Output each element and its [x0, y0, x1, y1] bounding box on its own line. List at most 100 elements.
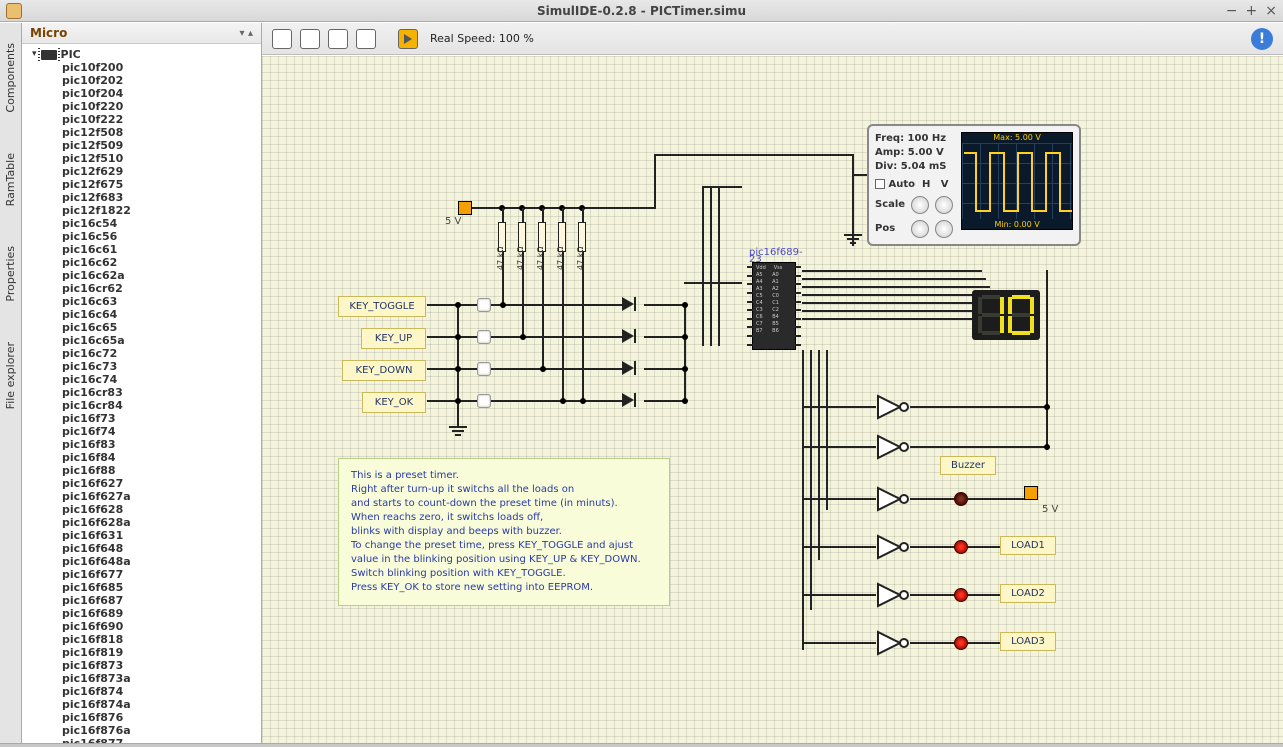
toolbar-run-button[interactable] [398, 29, 418, 49]
panel-header[interactable]: Micro ▾ ▴ [22, 23, 261, 44]
seven-segment-display[interactable] [972, 290, 1040, 340]
sidetab-fileexplorer[interactable]: File explorer [4, 342, 17, 409]
buzzer-led[interactable] [954, 492, 968, 506]
tree-item[interactable]: pic10f204 [62, 87, 261, 100]
tree-item[interactable]: pic12f1822 [62, 204, 261, 217]
tree-item[interactable]: pic16c64 [62, 308, 261, 321]
tree-item[interactable]: pic16f873 [62, 659, 261, 672]
tree-item[interactable]: pic16c62a [62, 269, 261, 282]
tree-item[interactable]: pic16f877 [62, 737, 261, 743]
diode[interactable] [622, 393, 644, 407]
scope-scale-h-knob[interactable] [911, 196, 929, 214]
sidetab-components[interactable]: Components [4, 43, 17, 113]
panel-collapse-icon[interactable]: ▾ ▴ [239, 28, 253, 39]
toolbar-saveas-button[interactable] [356, 29, 376, 49]
tree-item[interactable]: pic16f874 [62, 685, 261, 698]
tree-item[interactable]: pic12f509 [62, 139, 261, 152]
tree-item[interactable]: pic16f627a [62, 490, 261, 503]
voltage-source-1[interactable] [458, 201, 472, 215]
tree-item[interactable]: pic16f818 [62, 633, 261, 646]
wire [562, 208, 564, 222]
not-gate[interactable] [876, 394, 910, 420]
tree-item[interactable]: pic16f74 [62, 425, 261, 438]
tree-expand-icon[interactable]: ▾ [32, 48, 37, 61]
scope-pos-v-knob[interactable] [935, 220, 953, 238]
sidetab-ramtable[interactable]: RamTable [4, 153, 17, 206]
toolbar-info-button[interactable]: ! [1251, 28, 1273, 50]
tree-item[interactable]: pic16f648a [62, 555, 261, 568]
tree-item[interactable]: pic16c54 [62, 217, 261, 230]
tree-item[interactable]: pic16f819 [62, 646, 261, 659]
tree-item[interactable]: pic16f876a [62, 724, 261, 737]
tree-item[interactable]: pic16f628 [62, 503, 261, 516]
diode[interactable] [622, 297, 644, 311]
not-gate[interactable] [876, 582, 910, 608]
not-gate[interactable] [876, 630, 910, 656]
tree-item[interactable]: pic16c73 [62, 360, 261, 373]
tree-item[interactable]: pic16f689 [62, 607, 261, 620]
tree-item[interactable]: pic16c56 [62, 230, 261, 243]
voltage-source-2[interactable] [1024, 486, 1038, 500]
tree-item[interactable]: pic16f876 [62, 711, 261, 724]
tree-root-pic[interactable]: ▾ PIC [32, 48, 261, 61]
tree-item[interactable]: pic16c61 [62, 243, 261, 256]
tree-item[interactable]: pic16cr83 [62, 386, 261, 399]
push-button-ok[interactable] [477, 394, 491, 408]
not-gate[interactable] [876, 486, 910, 512]
tree-item[interactable]: pic10f200 [62, 61, 261, 74]
tree-item[interactable]: pic12f508 [62, 126, 261, 139]
tree-item[interactable]: pic16f687 [62, 594, 261, 607]
tree-item[interactable]: pic16f690 [62, 620, 261, 633]
tree-item[interactable]: pic16c63 [62, 295, 261, 308]
tree-item[interactable]: pic16f874a [62, 698, 261, 711]
tree-item[interactable]: pic12f683 [62, 191, 261, 204]
push-button-toggle[interactable] [477, 298, 491, 312]
led-load2[interactable] [954, 588, 968, 602]
tree-item[interactable]: pic16c62 [62, 256, 261, 269]
tree-item[interactable]: pic16f648 [62, 542, 261, 555]
toolbar-open-button[interactable] [300, 29, 320, 49]
tree-item[interactable]: pic12f675 [62, 178, 261, 191]
tree-item[interactable]: pic16f88 [62, 464, 261, 477]
tree-item[interactable]: pic10f220 [62, 100, 261, 113]
tree-item[interactable]: pic16f628a [62, 516, 261, 529]
tree-item[interactable]: pic16c65a [62, 334, 261, 347]
led-load1[interactable] [954, 540, 968, 554]
tree-item[interactable]: pic16f73 [62, 412, 261, 425]
scope-div: Div: 5.04 mS [875, 160, 953, 174]
scope-auto-checkbox[interactable] [875, 179, 885, 189]
tree-item[interactable]: pic12f510 [62, 152, 261, 165]
tree-item[interactable]: pic16f873a [62, 672, 261, 685]
tree-item[interactable]: pic16f685 [62, 581, 261, 594]
push-button-down[interactable] [477, 362, 491, 376]
tree-item[interactable]: pic16cr62 [62, 282, 261, 295]
not-gate[interactable] [876, 534, 910, 560]
component-tree[interactable]: ▾ PIC pic10f200pic10f202pic10f204pic10f2… [22, 44, 261, 743]
tree-item[interactable]: pic16c74 [62, 373, 261, 386]
tree-item[interactable]: pic16f677 [62, 568, 261, 581]
tree-item[interactable]: pic16c65 [62, 321, 261, 334]
tree-item[interactable]: pic16cr84 [62, 399, 261, 412]
tree-item[interactable]: pic16f627 [62, 477, 261, 490]
oscilloscope[interactable]: Freq: 100 Hz Amp: 5.00 V Div: 5.04 mS Au… [867, 124, 1081, 246]
tree-item[interactable]: pic16f83 [62, 438, 261, 451]
push-button-up[interactable] [477, 330, 491, 344]
scope-scale-v-knob[interactable] [935, 196, 953, 214]
tree-item[interactable]: pic16c72 [62, 347, 261, 360]
scope-pos-h-knob[interactable] [911, 220, 929, 238]
microcontroller-chip[interactable]: pic16f689-23 Vdd VssA5 A0A4 A1A3 A2C5 C0… [752, 262, 796, 350]
tree-item[interactable]: pic10f222 [62, 113, 261, 126]
tree-item[interactable]: pic16f84 [62, 451, 261, 464]
wire [654, 154, 656, 209]
tree-item[interactable]: pic12f629 [62, 165, 261, 178]
sidetab-properties[interactable]: Properties [4, 246, 17, 302]
toolbar-new-button[interactable] [272, 29, 292, 49]
toolbar-save-button[interactable] [328, 29, 348, 49]
led-load3[interactable] [954, 636, 968, 650]
not-gate[interactable] [876, 434, 910, 460]
tree-item[interactable]: pic16f631 [62, 529, 261, 542]
diode[interactable] [622, 361, 644, 375]
tree-item[interactable]: pic10f202 [62, 74, 261, 87]
diode[interactable] [622, 329, 644, 343]
circuit-canvas[interactable]: 5 V 47 kΩ 47 kΩ 47 kΩ 47 kΩ 47 kΩ [262, 55, 1283, 743]
